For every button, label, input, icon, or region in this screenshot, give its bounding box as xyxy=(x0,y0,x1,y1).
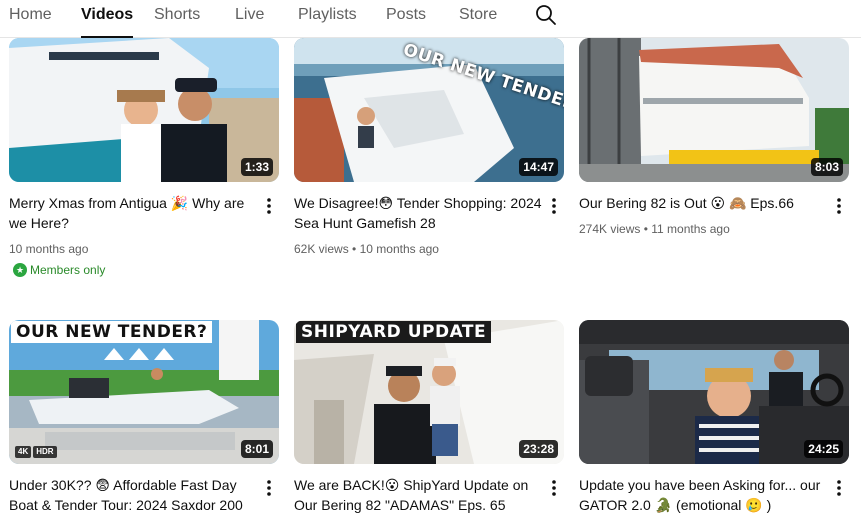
thumbnail-overlay-text: SHIPYARD UPDATE xyxy=(296,321,492,343)
channel-tabs: Home Videos Shorts Live Playlists Posts … xyxy=(0,0,861,38)
video-age: 11 months ago xyxy=(651,222,730,236)
tab-shorts[interactable]: Shorts xyxy=(154,5,200,37)
meta-separator: • xyxy=(643,222,648,236)
video-duration: 1:33 xyxy=(240,158,273,176)
star-icon: ★ xyxy=(13,263,27,277)
video-duration: 8:03 xyxy=(810,158,843,176)
video-title[interactable]: Our Bering 82 is Out 😮 🙈 Eps.66 xyxy=(579,193,827,213)
video-title[interactable]: We are BACK!😮 ShipYard Update on Our Ber… xyxy=(294,475,542,515)
video-duration: 23:28 xyxy=(519,440,558,458)
badge-4k: 4K xyxy=(15,446,32,458)
video-title[interactable]: Merry Xmas from Antigua 🎉 Why are we Her… xyxy=(9,193,257,233)
tab-home[interactable]: Home xyxy=(9,5,52,37)
more-options-icon[interactable] xyxy=(259,478,279,498)
video-meta: 62K views • 10 months ago xyxy=(294,241,439,257)
video-title[interactable]: We Disagree!😳 Tender Shopping: 2024 Sea … xyxy=(294,193,542,233)
thumbnail-overlay-text: OUR NEW TENDER? xyxy=(11,321,213,343)
video-thumbnail[interactable]: OUR NEW TENDER? 4K HDR 8:01 xyxy=(9,320,279,464)
video-age: 10 months ago xyxy=(9,242,89,256)
video-views: 62K views xyxy=(294,242,349,256)
badge-hdr: HDR xyxy=(33,446,57,458)
members-only-badge: ★ Members only xyxy=(13,263,105,277)
video-thumbnail[interactable]: OUR NEW TENDER? 14:47 xyxy=(294,38,564,182)
more-options-icon[interactable] xyxy=(829,196,849,216)
video-age: 10 months ago xyxy=(359,242,439,256)
more-options-icon[interactable] xyxy=(259,196,279,216)
tab-videos[interactable]: Videos xyxy=(81,5,134,38)
video-thumbnail[interactable]: SHIPYARD UPDATE 23:28 xyxy=(294,320,564,464)
tab-live[interactable]: Live xyxy=(235,5,264,37)
quality-badges: 4K HDR xyxy=(15,446,57,458)
video-meta: 274K views • 11 months ago xyxy=(579,221,730,237)
video-thumbnail[interactable]: 24:25 xyxy=(579,320,849,464)
meta-separator: • xyxy=(352,242,357,256)
video-thumbnail[interactable]: 1:33 xyxy=(9,38,279,182)
video-title[interactable]: Update you have been Asking for... our G… xyxy=(579,475,827,515)
more-options-icon[interactable] xyxy=(544,196,564,216)
tab-playlists[interactable]: Playlists xyxy=(298,5,357,37)
more-options-icon[interactable] xyxy=(829,478,849,498)
members-only-label: Members only xyxy=(30,263,106,277)
video-thumbnail[interactable]: 8:03 xyxy=(579,38,849,182)
tab-store[interactable]: Store xyxy=(459,5,497,37)
video-duration: 8:01 xyxy=(240,440,273,458)
video-title[interactable]: Under 30K?? 😨 Affordable Fast Day Boat &… xyxy=(9,475,257,515)
search-icon[interactable] xyxy=(534,3,558,27)
video-views: 274K views xyxy=(579,222,641,236)
video-duration: 14:47 xyxy=(519,158,558,176)
tab-posts[interactable]: Posts xyxy=(386,5,426,37)
video-duration: 24:25 xyxy=(804,440,843,458)
more-options-icon[interactable] xyxy=(544,478,564,498)
